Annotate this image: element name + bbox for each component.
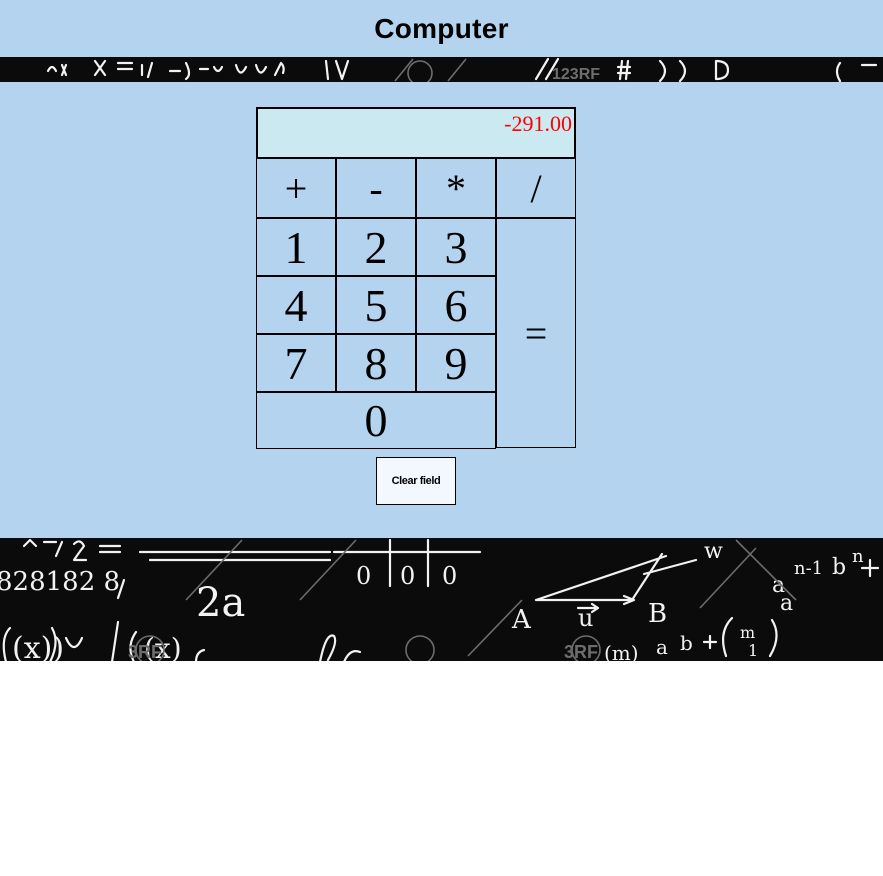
svg-text:b: b: [832, 555, 846, 580]
svg-text:3RF: 3RF: [564, 642, 598, 661]
digit-8-button[interactable]: 8: [336, 334, 416, 392]
svg-text:(x)): (x)): [12, 631, 64, 661]
digit-5-button[interactable]: 5: [336, 276, 416, 334]
display-value: -291.00: [504, 111, 572, 136]
svg-text:1: 1: [748, 641, 758, 660]
svg-text:a: a: [656, 635, 668, 659]
digit-1-button[interactable]: 1: [256, 218, 336, 276]
chalkboard-banner-top: 123RF: [0, 57, 883, 82]
subtract-button[interactable]: -: [336, 158, 416, 218]
svg-text:m: m: [740, 623, 755, 642]
svg-text:n-1: n-1: [794, 558, 823, 579]
svg-text:(m): (m): [604, 641, 639, 661]
digit-9-button[interactable]: 9: [416, 334, 496, 392]
digit-4-button[interactable]: 4: [256, 276, 336, 334]
page-header: Computer: [0, 0, 883, 57]
svg-text:3RF: 3RF: [128, 642, 162, 661]
svg-text:0: 0: [400, 562, 415, 590]
svg-text:2a: 2a: [196, 580, 245, 626]
svg-text:0: 0: [356, 562, 371, 590]
page-title: Computer: [374, 12, 509, 44]
calculator-display: -291.00: [256, 107, 576, 159]
chalkboard-banner-bottom: 828182 8 2a (x)) (x) 0 0 0 A u B w a n-1…: [0, 538, 883, 661]
digit-6-button[interactable]: 6: [416, 276, 496, 334]
equals-button[interactable]: =: [496, 218, 576, 448]
digit-7-button[interactable]: 7: [256, 334, 336, 392]
digit-2-button[interactable]: 2: [336, 218, 416, 276]
digit-3-button[interactable]: 3: [416, 218, 496, 276]
digit-0-button[interactable]: 0: [256, 392, 496, 449]
svg-text:n: n: [852, 546, 864, 567]
svg-text:w: w: [704, 539, 723, 564]
divide-button[interactable]: /: [496, 158, 576, 218]
clear-field-button[interactable]: Clear field: [376, 457, 456, 505]
svg-text:828182 8: 828182 8: [0, 567, 120, 597]
svg-text:0: 0: [442, 562, 457, 590]
add-button[interactable]: +: [256, 158, 336, 218]
svg-text:123RF: 123RF: [552, 66, 600, 82]
svg-text:B: B: [648, 599, 667, 629]
svg-text:A: A: [511, 605, 532, 635]
svg-text:b: b: [680, 631, 693, 655]
multiply-button[interactable]: *: [416, 158, 496, 218]
